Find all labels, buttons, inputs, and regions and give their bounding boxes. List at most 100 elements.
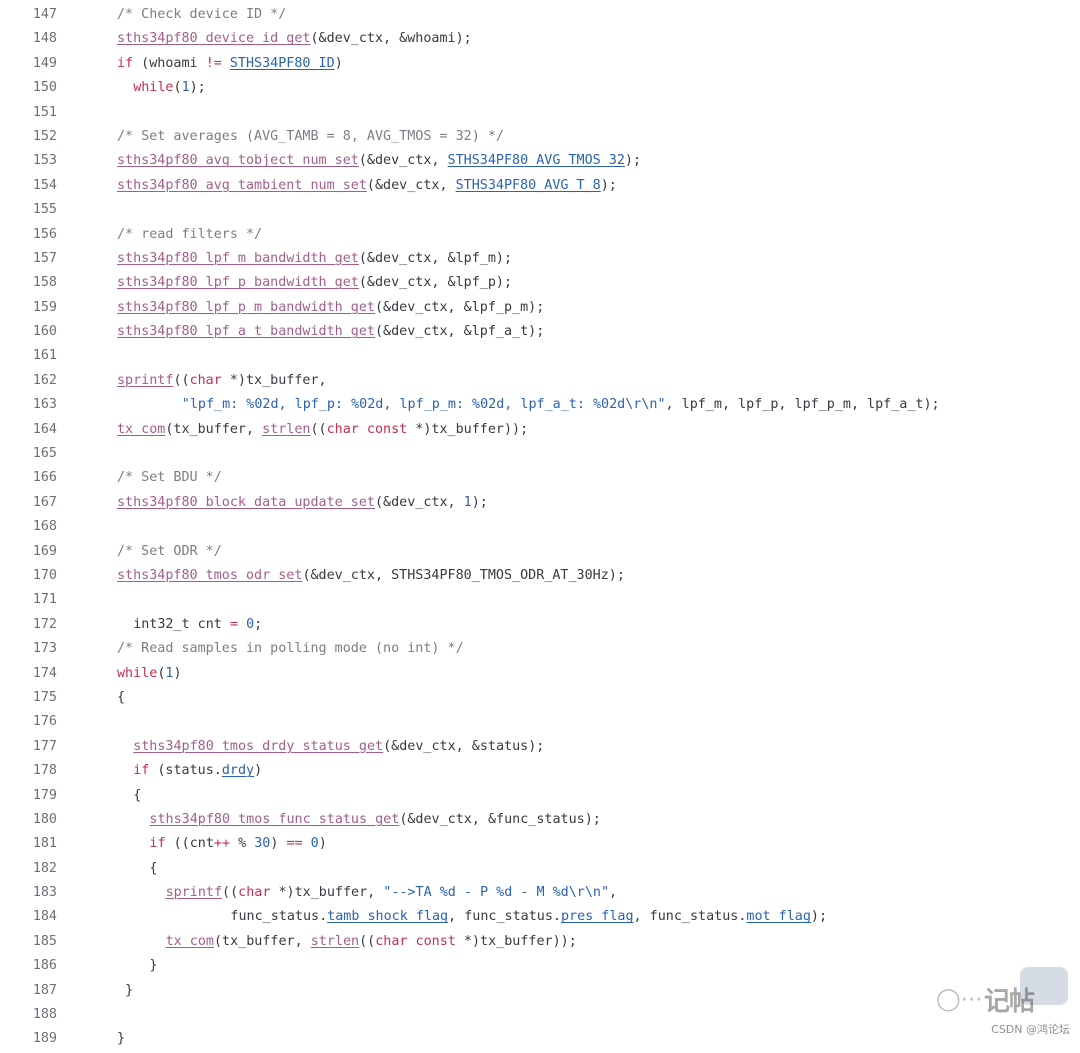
code-line: 160 sths34pf80_lpf_a_t_bandwidth_get(&dev… <box>0 320 1080 344</box>
code-line: 175 { <box>0 686 1080 710</box>
code-token: char const <box>326 421 408 437</box>
watermark-caption: CSDN @鸿论坛 <box>991 1023 1070 1036</box>
code-line: 187} <box>0 979 1080 1003</box>
code-line: 176 <box>0 710 1080 734</box>
line-number: 168 <box>32 519 57 535</box>
line-number: 184 <box>32 909 57 925</box>
line-number: 147 <box>32 7 57 22</box>
code-token: sths34pf80_tmos_func_status_get <box>149 811 400 827</box>
code-token: (tx_buffer, <box>165 421 263 437</box>
code-token: if <box>117 55 134 71</box>
code-token: == <box>286 836 303 852</box>
code-token: 0 <box>246 616 255 632</box>
code-token: = <box>229 616 238 632</box>
code-token: tx_com <box>117 421 166 437</box>
code-token: strlen <box>262 421 311 437</box>
code-line: 171 <box>0 588 1080 612</box>
line-source: sths34pf80_tmos_drdy_status_get(&dev_ctx… <box>117 735 544 759</box>
line-number: 155 <box>32 202 57 218</box>
code-token: ); <box>471 494 488 510</box>
line-number: 180 <box>32 811 57 827</box>
code-line: 148 sths34pf80_device_id_get(&dev_ctx, &w… <box>0 27 1080 51</box>
watermark-title: 记帖 <box>984 987 1035 1017</box>
code-line: 150 while(1); <box>0 76 1080 100</box>
line-source: sths34pf80_lpf_a_t_bandwidth_get(&dev_ct… <box>117 320 544 344</box>
code-token: , func_status. <box>633 909 747 925</box>
code-line: 153 sths34pf80_avg_tobject_num_set(&dev_c… <box>0 149 1080 173</box>
code-token: ) <box>173 665 182 681</box>
code-line: 172 int32_t cnt = 0; <box>0 613 1080 637</box>
line-source: /* Read samples in polling mode (no int)… <box>117 637 464 661</box>
code-token: int32_t cnt <box>133 616 230 632</box>
code-token: *)tx_buffer, <box>221 372 327 388</box>
code-line: 152 /* Set averages (AVG_TAMB = 8, AVG_TM… <box>0 125 1080 149</box>
code-token: while <box>133 80 174 96</box>
code-token: (( <box>310 421 327 437</box>
code-line: 161 <box>0 344 1080 368</box>
code-token: /* read filters */ <box>117 226 263 242</box>
code-line: 162 sprintf((char *)tx_buffer, <box>0 369 1080 393</box>
code-token: (( <box>222 885 239 901</box>
code-token: sths34pf80_tmos_odr_set <box>117 567 303 583</box>
line-source: } <box>117 1027 125 1051</box>
line-number: 162 <box>32 372 57 388</box>
line-source: "lpf_m: %02d, lpf_p: %02d, lpf_p_m: %02d… <box>117 393 940 417</box>
code-token: != <box>205 55 222 71</box>
line-number: 161 <box>32 348 57 364</box>
code-token: tx_com <box>165 933 214 949</box>
code-token: (&dev_ctx, &status); <box>383 738 545 754</box>
code-line: 158 sths34pf80_lpf_p_bandwidth_get(&dev_c… <box>0 271 1080 295</box>
code-token: sths34pf80_avg_tambient_num_set <box>117 177 367 193</box>
code-line: 154 sths34pf80_avg_tambient_num_set(&dev_… <box>0 174 1080 198</box>
line-number: 170 <box>32 567 57 583</box>
code-token: (whoami <box>133 55 206 71</box>
line-source: sths34pf80_block_data_update_set(&dev_ct… <box>117 491 488 515</box>
code-line: 177 sths34pf80_tmos_drdy_status_get(&dev_… <box>0 735 1080 759</box>
code-line: 157 sths34pf80_lpf_m_bandwidth_get(&dev_c… <box>0 247 1080 271</box>
line-number: 189 <box>32 1031 57 1047</box>
code-token: , func_status. <box>448 909 561 925</box>
code-token: (( <box>359 933 376 949</box>
code-token: ) <box>334 55 343 71</box>
code-token: "lpf_m: %02d, lpf_p: %02d, lpf_p_m: %02d… <box>181 397 666 413</box>
code-line: 189} <box>0 1027 1080 1051</box>
code-token: sths34pf80_lpf_m_bandwidth_get <box>117 250 359 266</box>
code-token: sths34pf80_device_id_get <box>117 31 311 47</box>
code-line: 178 if (status.drdy) <box>0 759 1080 783</box>
code-token: (&dev_ctx, <box>358 153 448 169</box>
line-source: sths34pf80_lpf_m_bandwidth_get(&dev_ctx,… <box>117 247 512 271</box>
line-source: sths34pf80_avg_tambient_num_set(&dev_ctx… <box>117 174 617 198</box>
code-token: (&dev_ctx, STHS34PF80_TMOS_ODR_AT_30Hz); <box>302 567 625 583</box>
code-token: /* Set averages (AVG_TAMB = 8, AVG_TMOS … <box>117 128 504 144</box>
code-line: 181 if ((cnt++ % 30) == 0) <box>0 832 1080 856</box>
line-number: 175 <box>32 689 57 705</box>
line-number: 159 <box>32 299 57 315</box>
code-token: STHS34PF80_AVG_TMOS_32 <box>447 153 625 169</box>
line-source: sths34pf80_device_id_get(&dev_ctx, &whoa… <box>117 27 472 51</box>
code-token: *)tx_buffer, <box>270 885 384 901</box>
code-token: /* Check device ID */ <box>117 7 287 22</box>
code-line: 185 tx_com(tx_buffer, strlen((char const … <box>0 930 1080 954</box>
code-token: ); <box>624 153 642 169</box>
line-number: 169 <box>32 543 57 559</box>
code-token: 30 <box>254 836 271 852</box>
line-source: { <box>117 857 157 881</box>
code-token: ++ <box>213 836 231 852</box>
line-number: 149 <box>32 55 57 71</box>
line-source: tx_com(tx_buffer, strlen((char const *)t… <box>117 930 577 954</box>
line-source: sths34pf80_lpf_p_bandwidth_get(&dev_ctx,… <box>117 271 512 295</box>
line-source: if ((cnt++ % 30) == 0) <box>117 832 326 856</box>
code-line: 164 tx_com(tx_buffer, strlen((char const … <box>0 418 1080 442</box>
code-token: (( <box>173 372 190 388</box>
code-line: 170 sths34pf80_tmos_odr_set(&dev_ctx, STH… <box>0 564 1080 588</box>
line-number: 183 <box>32 885 57 901</box>
code-token: /* Read samples in polling mode (no int)… <box>117 641 464 657</box>
code-token: func_status. <box>230 909 328 925</box>
line-number: 158 <box>32 275 57 291</box>
code-token: char <box>189 372 222 388</box>
code-token: sths34pf80_lpf_p_bandwidth_get <box>117 275 359 291</box>
line-number: 172 <box>32 616 57 632</box>
line-number: 163 <box>32 397 57 413</box>
